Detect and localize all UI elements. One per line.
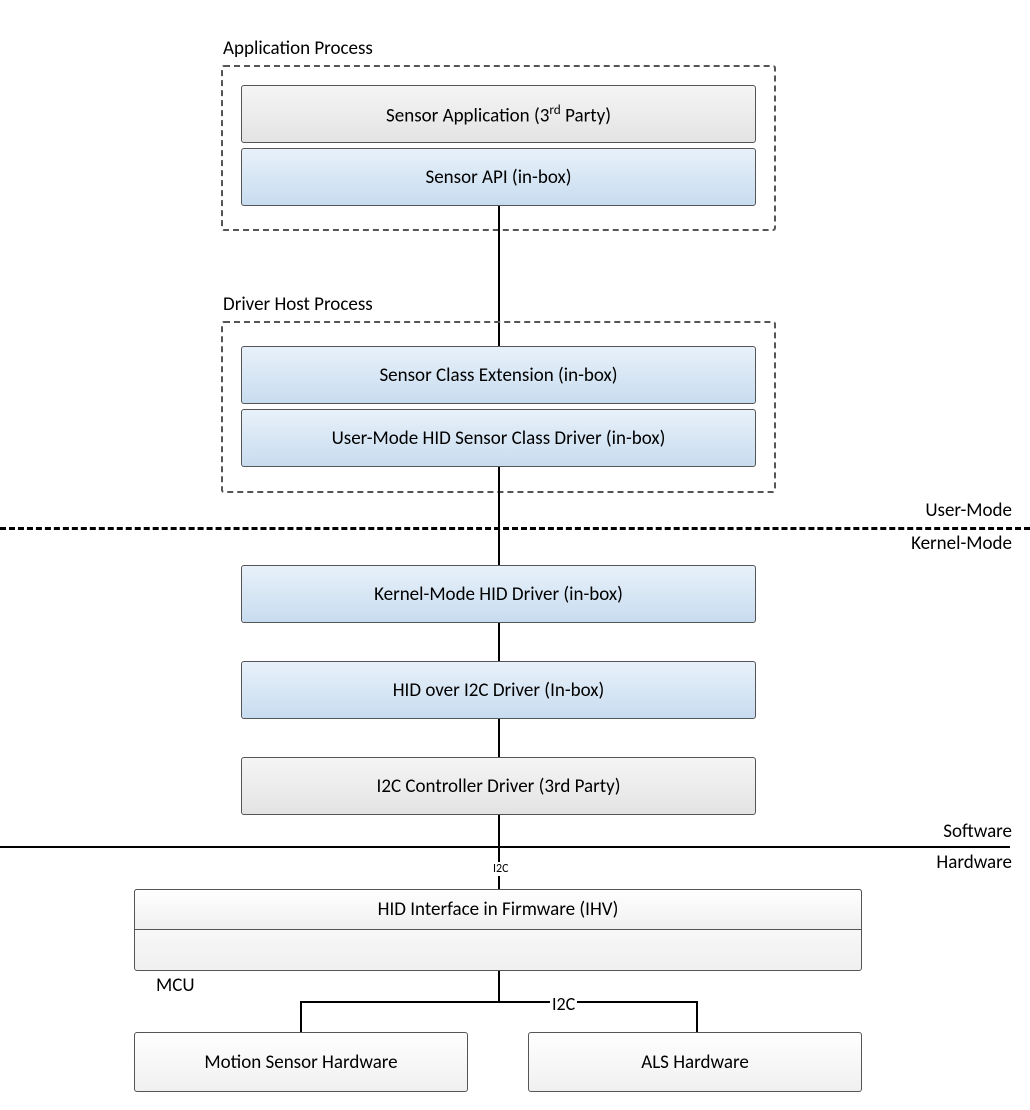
architecture-diagram: Application Process Sensor Application (… (0, 0, 1030, 1110)
sensor-class-extension-box: Sensor Class Extension (in-box) (241, 346, 756, 404)
hid-over-i2c-driver-box: HID over I2C Driver (In-box) (241, 661, 756, 719)
kernel-mode-label: Kernel-Mode (911, 532, 1012, 555)
motion-sensor-hardware-box: Motion Sensor Hardware (134, 1032, 468, 1092)
i2c-conn-label-top: I2C (491, 862, 511, 876)
kernel-mode-hid-driver-box: Kernel-Mode HID Driver (in-box) (241, 565, 756, 623)
user-mode-hid-driver-box: User-Mode HID Sensor Class Driver (in-bo… (241, 409, 756, 467)
connector-driver-to-kernel (498, 467, 500, 567)
sensor-application-box: Sensor Application (3rd Party) (241, 85, 756, 143)
connector-i2cctrl-to-firmware (498, 815, 500, 889)
connector-mcu-down (498, 971, 500, 1001)
als-hardware-box: ALS Hardware (528, 1032, 862, 1092)
user-kernel-divider (0, 527, 1030, 530)
connector-kernel-to-hidi2c (498, 623, 500, 661)
software-label: Software (943, 820, 1012, 843)
i2c-bus-horizontal (300, 1001, 698, 1003)
sensor-application-text: Sensor Application (3rd Party) (386, 101, 611, 127)
user-mode-label: User-Mode (925, 499, 1012, 522)
hardware-label: Hardware (936, 851, 1012, 874)
connector-to-motion (300, 1001, 302, 1032)
application-process-label: Application Process (223, 37, 373, 60)
mcu-label: MCU (156, 974, 195, 997)
i2c-controller-driver-box: I2C Controller Driver (3rd Party) (241, 757, 756, 815)
software-hardware-divider (0, 846, 1010, 848)
hid-interface-firmware-box: HID Interface in Firmware (IHV) (134, 889, 862, 930)
connector-to-als (696, 1001, 698, 1032)
sensor-api-box: Sensor API (in-box) (241, 148, 756, 206)
connector-hidi2c-to-i2cctrl (498, 719, 500, 757)
i2c-conn-label-bottom: I2C (550, 993, 577, 1015)
driver-host-label: Driver Host Process (223, 293, 373, 316)
